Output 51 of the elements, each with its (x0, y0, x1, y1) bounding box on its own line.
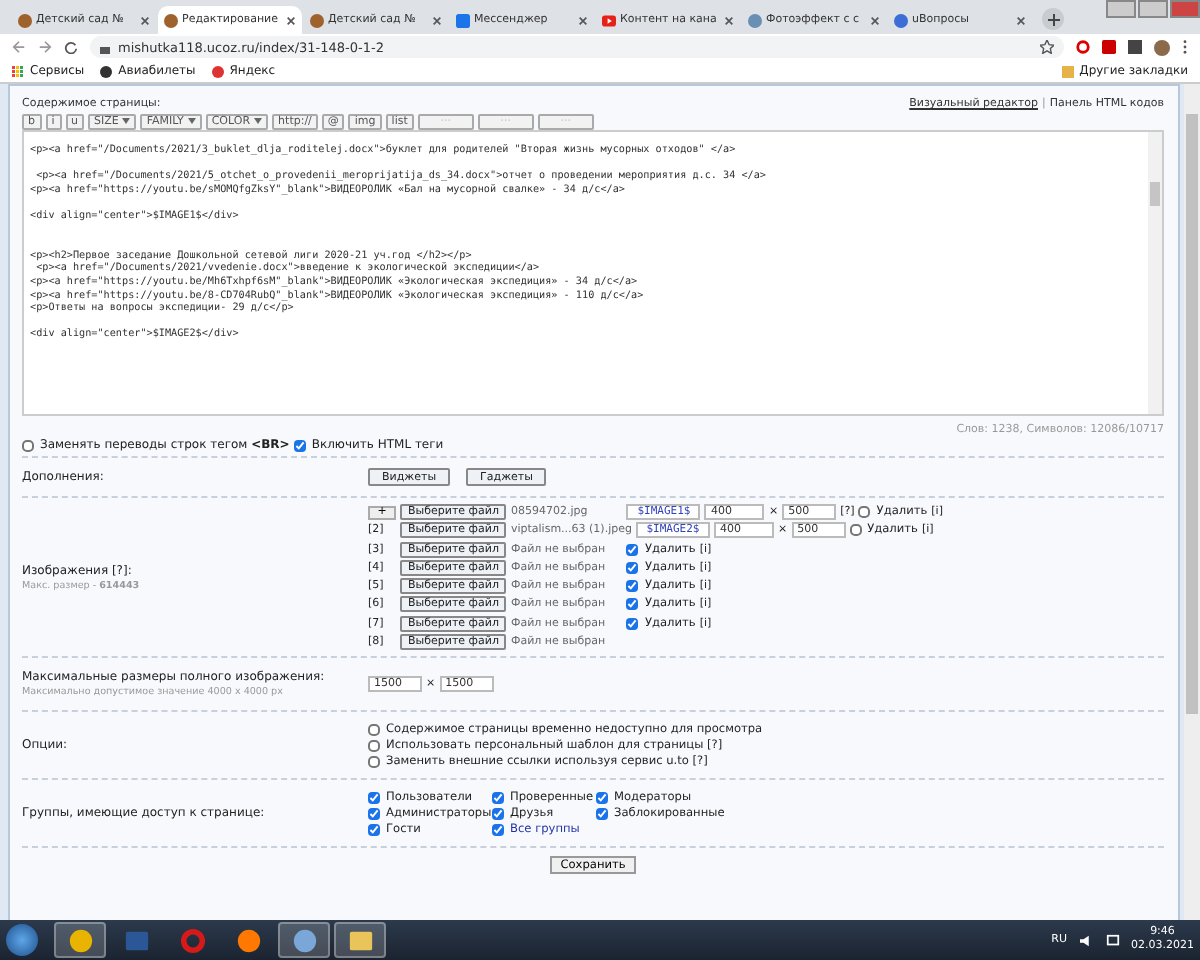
caret-icon (254, 118, 263, 124)
speaker-icon[interactable] (1079, 933, 1093, 947)
taskbar-app[interactable] (278, 922, 330, 958)
checkbox[interactable] (492, 807, 504, 820)
taskbar-app[interactable] (334, 922, 386, 958)
checkbox[interactable] (596, 791, 608, 804)
checkbox[interactable] (858, 506, 871, 518)
apps-grid-icon (12, 65, 24, 77)
avatar-icon[interactable] (1154, 39, 1170, 55)
more-icon[interactable] (1182, 40, 1188, 54)
close-icon[interactable] (578, 15, 588, 25)
caret-icon (122, 118, 131, 124)
taskbar-app[interactable] (54, 922, 106, 958)
scrollbar[interactable] (1184, 84, 1200, 920)
close-icon[interactable] (870, 15, 880, 25)
new-tab-button[interactable] (1042, 8, 1064, 30)
plus-icon (1047, 13, 1059, 25)
badge-icon (211, 65, 224, 77)
play-icon (602, 13, 616, 27)
checkbox[interactable] (626, 598, 639, 611)
checkbox[interactable] (368, 739, 380, 752)
code-editor[interactable] (22, 130, 1164, 416)
checkbox[interactable] (626, 580, 639, 593)
close-icon[interactable] (724, 15, 734, 25)
caret-icon (187, 118, 196, 124)
reload-icon[interactable] (64, 40, 78, 54)
checkbox[interactable] (849, 524, 862, 537)
checkbox[interactable] (368, 791, 380, 804)
checkbox[interactable] (596, 807, 608, 820)
checkbox[interactable] (368, 755, 380, 768)
checkbox[interactable] (368, 823, 380, 836)
checkbox[interactable] (626, 617, 639, 630)
checkbox[interactable] (368, 723, 380, 736)
start-button[interactable] (6, 924, 38, 956)
checkbox[interactable] (492, 791, 504, 804)
close-icon[interactable] (286, 15, 296, 25)
checkbox[interactable] (626, 561, 639, 574)
star-icon[interactable] (1040, 40, 1054, 54)
ring-icon (179, 927, 205, 953)
chat-icon (456, 13, 470, 27)
close-icon[interactable] (140, 15, 150, 25)
checkbox[interactable] (293, 439, 306, 451)
back-icon[interactable] (12, 40, 26, 54)
forward-icon[interactable] (38, 40, 52, 54)
scrollbar[interactable] (1148, 132, 1162, 414)
checkbox[interactable] (492, 823, 504, 836)
checkbox[interactable] (22, 439, 34, 451)
close-icon[interactable] (1016, 15, 1026, 25)
checkbox[interactable] (368, 807, 380, 820)
close-icon[interactable] (432, 15, 442, 25)
checkbox[interactable] (626, 543, 639, 556)
